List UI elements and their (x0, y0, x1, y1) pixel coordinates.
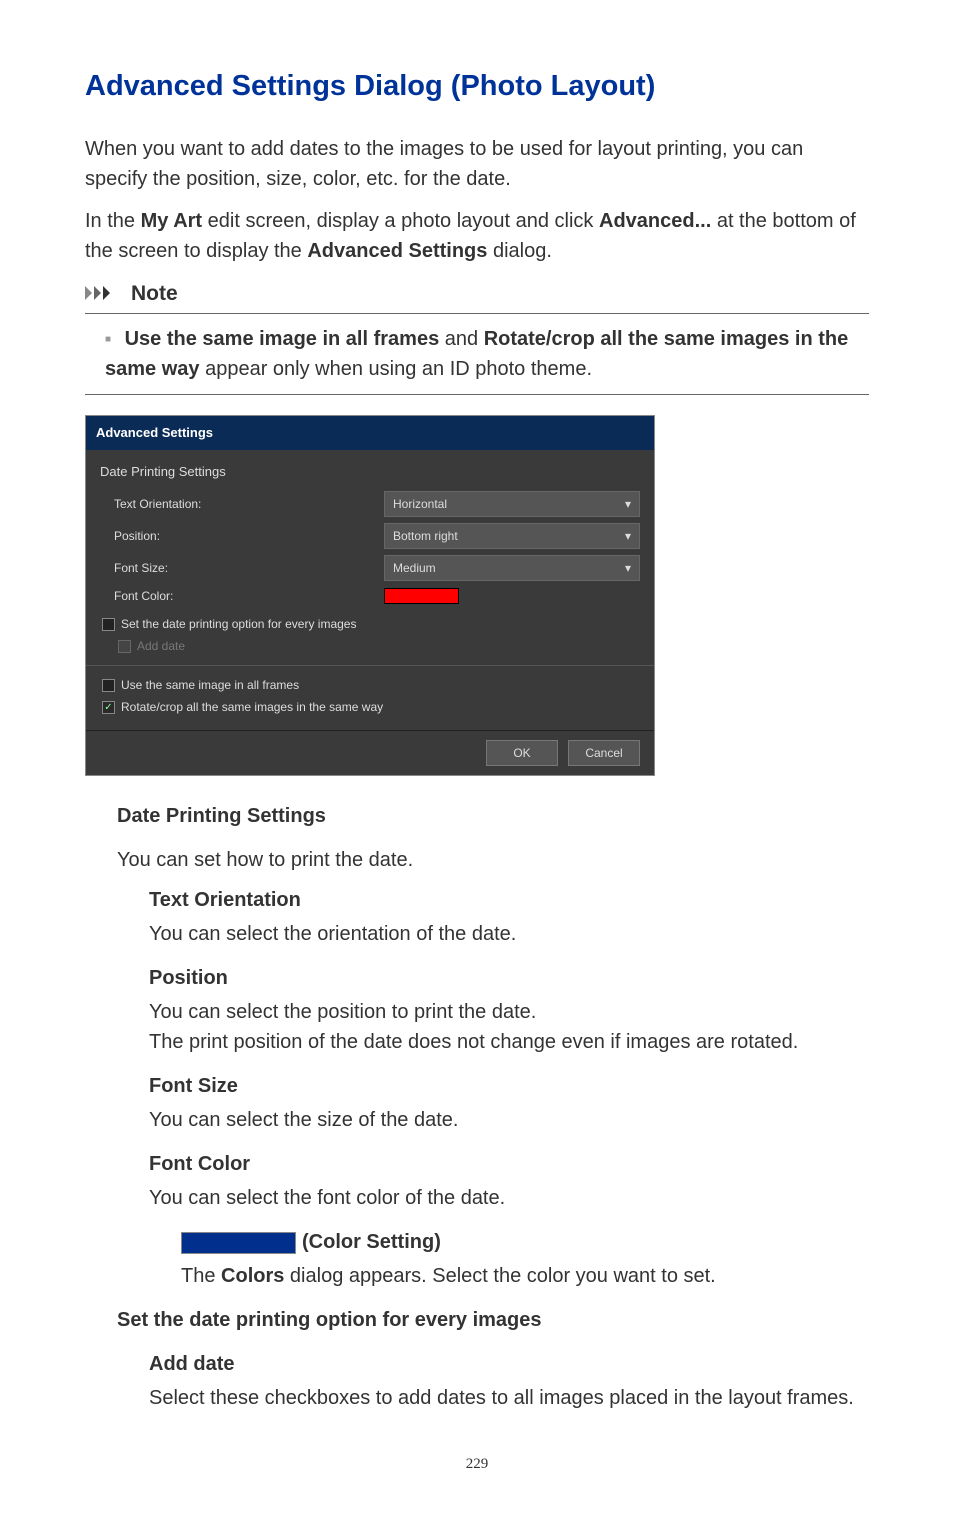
page-title: Advanced Settings Dialog (Photo Layout) (85, 65, 869, 109)
text-span: edit screen, display a photo layout and … (202, 210, 599, 232)
select-position[interactable]: Bottom right ▾ (384, 523, 640, 549)
term: Font Color (149, 1149, 869, 1179)
text-bold: Colors (221, 1265, 284, 1287)
text-bold: Use the same image in all frames (125, 328, 440, 350)
term: Text Orientation (149, 885, 869, 915)
chevron-down-icon: ▾ (625, 559, 631, 577)
checkbox-label: Rotate/crop all the same images in the s… (121, 698, 383, 716)
select-value: Bottom right (393, 527, 458, 545)
select-value: Medium (393, 559, 436, 577)
label-font-size: Font Size: (114, 559, 384, 577)
text-bold: Advanced... (599, 210, 711, 232)
chevron-down-icon: ▾ (625, 495, 631, 513)
desc: You can set how to print the date. (117, 845, 869, 875)
def-font-size: Font Size You can select the size of the… (149, 1071, 869, 1135)
select-text-orientation[interactable]: Horizontal ▾ (384, 491, 640, 517)
checkbox-icon: ✓ (102, 701, 115, 714)
row-font-color: Font Color: (100, 587, 640, 605)
def-add-date: Add date Select these checkboxes to add … (149, 1349, 869, 1413)
term: Date Printing Settings (117, 801, 869, 831)
checkbox-label: Add date (137, 637, 185, 655)
term: Set the date printing option for every i… (117, 1305, 869, 1335)
row-font-size: Font Size: Medium ▾ (100, 555, 640, 581)
text-span: The (181, 1265, 221, 1287)
checkbox-row-rotate-crop[interactable]: ✓ Rotate/crop all the same images in the… (100, 698, 640, 716)
text-span: and (439, 328, 483, 350)
checkbox-icon (102, 679, 115, 692)
term: Position (149, 963, 869, 993)
term: Add date (149, 1349, 869, 1379)
desc: Select these checkboxes to add dates to … (149, 1383, 869, 1413)
label-font-color: Font Color: (114, 587, 384, 605)
note-label: Note (131, 278, 178, 310)
chevron-down-icon: ▾ (625, 527, 631, 545)
dialog-title: Advanced Settings (86, 416, 654, 450)
dialog-section-title: Date Printing Settings (100, 462, 640, 482)
term: (Color Setting) (181, 1227, 869, 1257)
desc: The Colors dialog appears. Select the co… (181, 1261, 869, 1291)
note-body: Use the same image in all frames and Rot… (85, 314, 869, 395)
text-bold: My Art (141, 210, 202, 232)
checkbox-icon (102, 618, 115, 631)
advanced-settings-dialog: Advanced Settings Date Printing Settings… (85, 415, 655, 776)
def-position: Position You can select the position to … (149, 963, 869, 1057)
cancel-button[interactable]: Cancel (568, 740, 640, 766)
ok-button[interactable]: OK (486, 740, 558, 766)
term: Font Size (149, 1071, 869, 1101)
def-color-setting: (Color Setting) The Colors dialog appear… (181, 1227, 869, 1291)
text-span: In the (85, 210, 141, 232)
note-header: Note (85, 278, 869, 315)
select-font-size[interactable]: Medium ▾ (384, 555, 640, 581)
divider (86, 665, 654, 666)
note-item: Use the same image in all frames and Rot… (105, 324, 869, 384)
checkbox-icon (118, 640, 131, 653)
label-position: Position: (114, 527, 384, 545)
dialog-footer: OK Cancel (86, 730, 654, 775)
def-font-color: Font Color You can select the font color… (149, 1149, 869, 1213)
text-span: dialog appears. Select the color you wan… (284, 1265, 715, 1287)
intro-paragraph-1: When you want to add dates to the images… (85, 134, 869, 194)
checkbox-row-add-date: Add date (100, 637, 640, 655)
row-position: Position: Bottom right ▾ (100, 523, 640, 549)
color-swatch[interactable] (384, 588, 459, 604)
select-value: Horizontal (393, 495, 447, 513)
intro-paragraph-2: In the My Art edit screen, display a pho… (85, 206, 869, 266)
label-text-orientation: Text Orientation: (114, 495, 384, 513)
checkbox-row-set-date-option[interactable]: Set the date printing option for every i… (100, 615, 640, 633)
row-text-orientation: Text Orientation: Horizontal ▾ (100, 491, 640, 517)
desc: You can select the size of the date. (149, 1105, 869, 1135)
text-span: appear only when using an ID photo theme… (200, 358, 592, 380)
checkbox-row-same-image[interactable]: Use the same image in all frames (100, 676, 640, 694)
text-bold: Advanced Settings (307, 240, 487, 262)
def-date-printing-settings: Date Printing Settings (117, 801, 869, 831)
note-chevrons-icon (85, 284, 123, 302)
desc: You can select the font color of the dat… (149, 1183, 869, 1213)
text-span: dialog. (487, 240, 552, 262)
checkbox-label: Set the date printing option for every i… (121, 615, 356, 633)
text-bold: (Color Setting) (302, 1231, 441, 1253)
desc: You can select the orientation of the da… (149, 919, 869, 949)
desc: You can select the position to print the… (149, 997, 869, 1027)
desc: The print position of the date does not … (149, 1027, 869, 1057)
def-text-orientation: Text Orientation You can select the orie… (149, 885, 869, 949)
checkbox-label: Use the same image in all frames (121, 676, 299, 694)
color-box-icon (181, 1232, 296, 1254)
def-set-date-option: Set the date printing option for every i… (117, 1305, 869, 1335)
page-number: 229 (85, 1453, 869, 1476)
